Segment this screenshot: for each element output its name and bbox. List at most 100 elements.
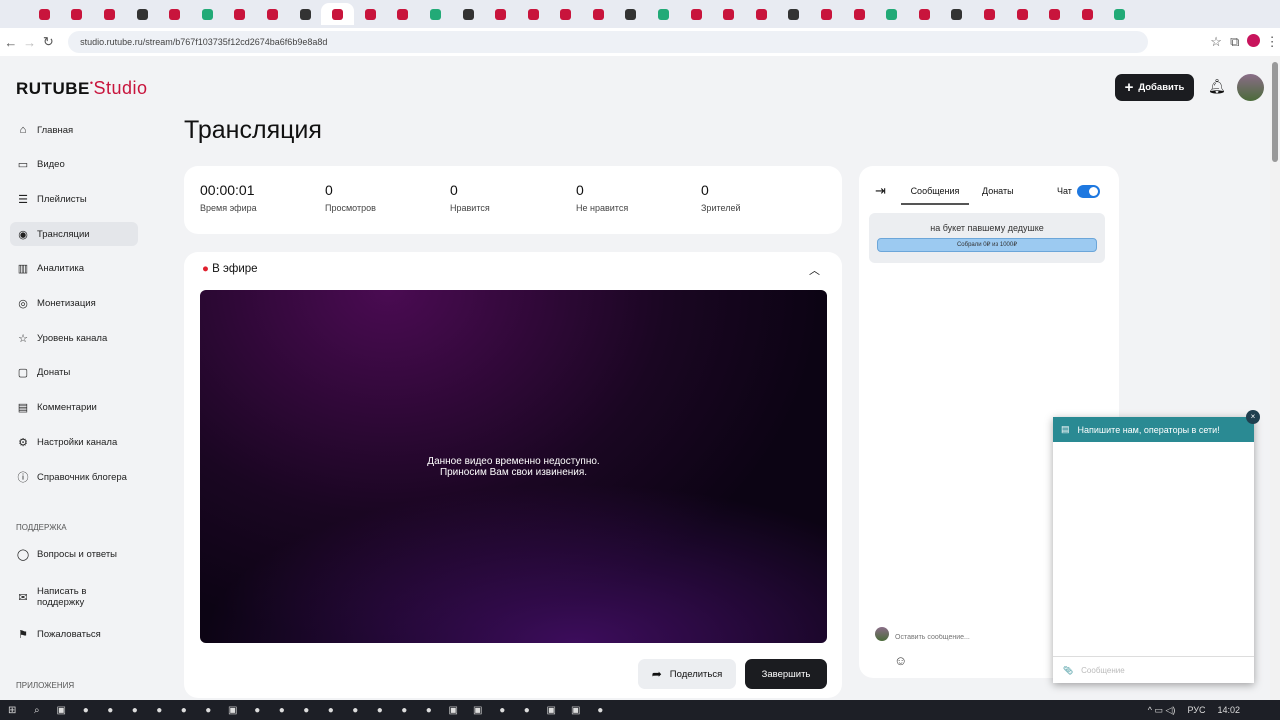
taskbar-app-icon[interactable]: ●	[147, 705, 172, 716]
browser-tab[interactable]	[550, 3, 583, 25]
collapse-chat-icon[interactable]: ⇥	[875, 183, 886, 199]
browser-tab[interactable]	[126, 3, 159, 25]
browser-tab[interactable]	[1038, 3, 1071, 25]
browser-tab[interactable]	[256, 3, 289, 25]
browser-tab[interactable]	[1071, 3, 1104, 25]
sidebar-item[interactable]: ☰ Плейлисты	[10, 187, 138, 211]
browser-tab[interactable]	[680, 3, 713, 25]
chat-message-input[interactable]	[895, 629, 1055, 645]
taskbar-app-icon[interactable]: ●	[196, 705, 221, 716]
browser-tab[interactable]	[419, 3, 452, 25]
browser-tab[interactable]	[843, 3, 876, 25]
taskbar-app-icon[interactable]: ▣	[49, 705, 74, 716]
browser-tab[interactable]	[289, 3, 322, 25]
browser-tab[interactable]	[28, 3, 61, 25]
browser-tab[interactable]	[321, 3, 354, 25]
forward-icon[interactable]: →	[22, 35, 38, 50]
sidebar-item[interactable]: ◯ Вопросы и ответы	[10, 542, 138, 566]
browser-tab[interactable]	[712, 3, 745, 25]
browser-tab[interactable]	[615, 3, 648, 25]
url-input[interactable]: studio.rutube.ru/stream/b767f103735f12cd…	[68, 31, 1149, 53]
browser-tab[interactable]	[1104, 3, 1137, 25]
taskbar-app-icon[interactable]: ●	[368, 705, 393, 716]
taskbar-app-icon[interactable]: ▣	[539, 705, 564, 716]
browser-tab[interactable]	[908, 3, 941, 25]
browser-tab[interactable]	[875, 3, 908, 25]
sidebar-item[interactable]: ✉ Написать в поддержку	[10, 582, 138, 612]
sidebar-item[interactable]: ▤ Комментарии	[10, 396, 138, 420]
taskbar-app-icon[interactable]: ●	[294, 705, 319, 716]
browser-tab[interactable]	[484, 3, 517, 25]
support-widget-input-row[interactable]: 📎︎ Сообщение	[1053, 656, 1254, 683]
taskbar-app-icon[interactable]: ●	[98, 705, 123, 716]
taskbar-app-icon[interactable]: ●	[588, 705, 613, 716]
taskbar-app-icon[interactable]: ●	[74, 705, 99, 716]
taskbar-app-icon[interactable]: ⌕	[25, 705, 50, 716]
taskbar-app-icon[interactable]: ●	[343, 705, 368, 716]
reload-icon[interactable]: ↻	[40, 34, 56, 50]
sidebar-item[interactable]: ▭ Видео	[10, 153, 138, 177]
taskbar-app-icon[interactable]: ●	[319, 705, 344, 716]
sidebar-item[interactable]: ⚙ Настройки канала	[10, 430, 138, 454]
taskbar-app-icon[interactable]: ●	[245, 705, 270, 716]
sidebar-item[interactable]: ☆ Уровень канала	[10, 326, 138, 350]
taskbar-app-icon[interactable]: ⊞	[0, 705, 25, 716]
sidebar-item[interactable]: ◉ Трансляции	[10, 222, 138, 247]
taskbar-app-icon[interactable]: ▣	[221, 705, 246, 716]
browser-tab[interactable]	[354, 3, 387, 25]
browser-tab[interactable]	[973, 3, 1006, 25]
taskbar-app-icon[interactable]: ●	[392, 705, 417, 716]
taskbar-app-icon[interactable]: ▣	[564, 705, 589, 716]
tray-icons[interactable]: ^ ▭ ◁)	[1148, 705, 1176, 716]
browser-menu-icon[interactable]: ⋮	[1264, 34, 1280, 50]
browser-tab[interactable]	[452, 3, 485, 25]
sidebar-item[interactable]: ▥ Аналитика	[10, 257, 138, 281]
browser-tab[interactable]	[158, 3, 191, 25]
browser-tab[interactable]	[191, 3, 224, 25]
browser-tab[interactable]	[517, 3, 550, 25]
attach-icon[interactable]: 📎︎	[1063, 666, 1073, 675]
back-icon[interactable]: ←	[3, 35, 19, 50]
tab-messages[interactable]: Сообщения	[901, 186, 969, 205]
clock[interactable]: 14:02	[1217, 705, 1240, 716]
browser-tab[interactable]	[647, 3, 680, 25]
browser-tab[interactable]	[778, 3, 811, 25]
taskbar-app-icon[interactable]: ●	[270, 705, 295, 716]
profile-avatar[interactable]	[1246, 34, 1262, 50]
rutube-studio-logo[interactable]: RUTUBE•Studio	[16, 78, 148, 99]
video-player[interactable]: Данное видео временно недоступно. Приноси…	[200, 290, 827, 643]
browser-tab[interactable]	[61, 3, 94, 25]
taskbar-app-icon[interactable]: ●	[172, 705, 197, 716]
sidebar-item[interactable]: ▢ Донаты	[10, 361, 138, 385]
taskbar-app-icon[interactable]: ●	[490, 705, 515, 716]
taskbar-app-icon[interactable]: ▣	[466, 705, 491, 716]
chat-toggle[interactable]	[1077, 185, 1100, 198]
share-button[interactable]: ➦ Поделиться	[638, 659, 736, 689]
tab-donations[interactable]: Донаты	[982, 186, 1014, 196]
close-widget-icon[interactable]: ×	[1246, 410, 1260, 424]
browser-tab[interactable]	[941, 3, 974, 25]
language-indicator[interactable]: РУС	[1187, 705, 1205, 716]
sidebar-item[interactable]: ◎ Монетизация	[10, 292, 138, 316]
browser-tab[interactable]	[387, 3, 420, 25]
add-button[interactable]: + Добавить	[1115, 74, 1194, 101]
bookmark-star-icon[interactable]: ☆	[1208, 34, 1224, 50]
browser-tab[interactable]	[745, 3, 778, 25]
taskbar-app-icon[interactable]: ●	[417, 705, 442, 716]
taskbar-app-icon[interactable]: ●	[123, 705, 148, 716]
finish-stream-button[interactable]: Завершить	[745, 659, 827, 689]
page-scrollbar[interactable]	[1270, 56, 1280, 700]
browser-tab[interactable]	[224, 3, 257, 25]
taskbar-app-icon[interactable]: ●	[515, 705, 540, 716]
browser-tab[interactable]	[810, 3, 843, 25]
channel-avatar[interactable]	[1237, 74, 1264, 101]
sidebar-item[interactable]: ⌂ Главная	[10, 118, 138, 142]
browser-tab[interactable]	[1006, 3, 1039, 25]
notifications-bell-icon[interactable]: 🔔︎	[1208, 78, 1226, 95]
collapse-chevron-icon[interactable]: ︿	[809, 262, 820, 278]
extensions-icon[interactable]: ⧉	[1227, 34, 1243, 50]
sidebar-item[interactable]: ⚑ Пожаловаться	[10, 622, 138, 646]
emoji-icon[interactable]: ☺	[894, 653, 907, 668]
sidebar-item[interactable]: ⓘ Справочник блогера	[10, 465, 138, 489]
taskbar-app-icon[interactable]: ▣	[441, 705, 466, 716]
